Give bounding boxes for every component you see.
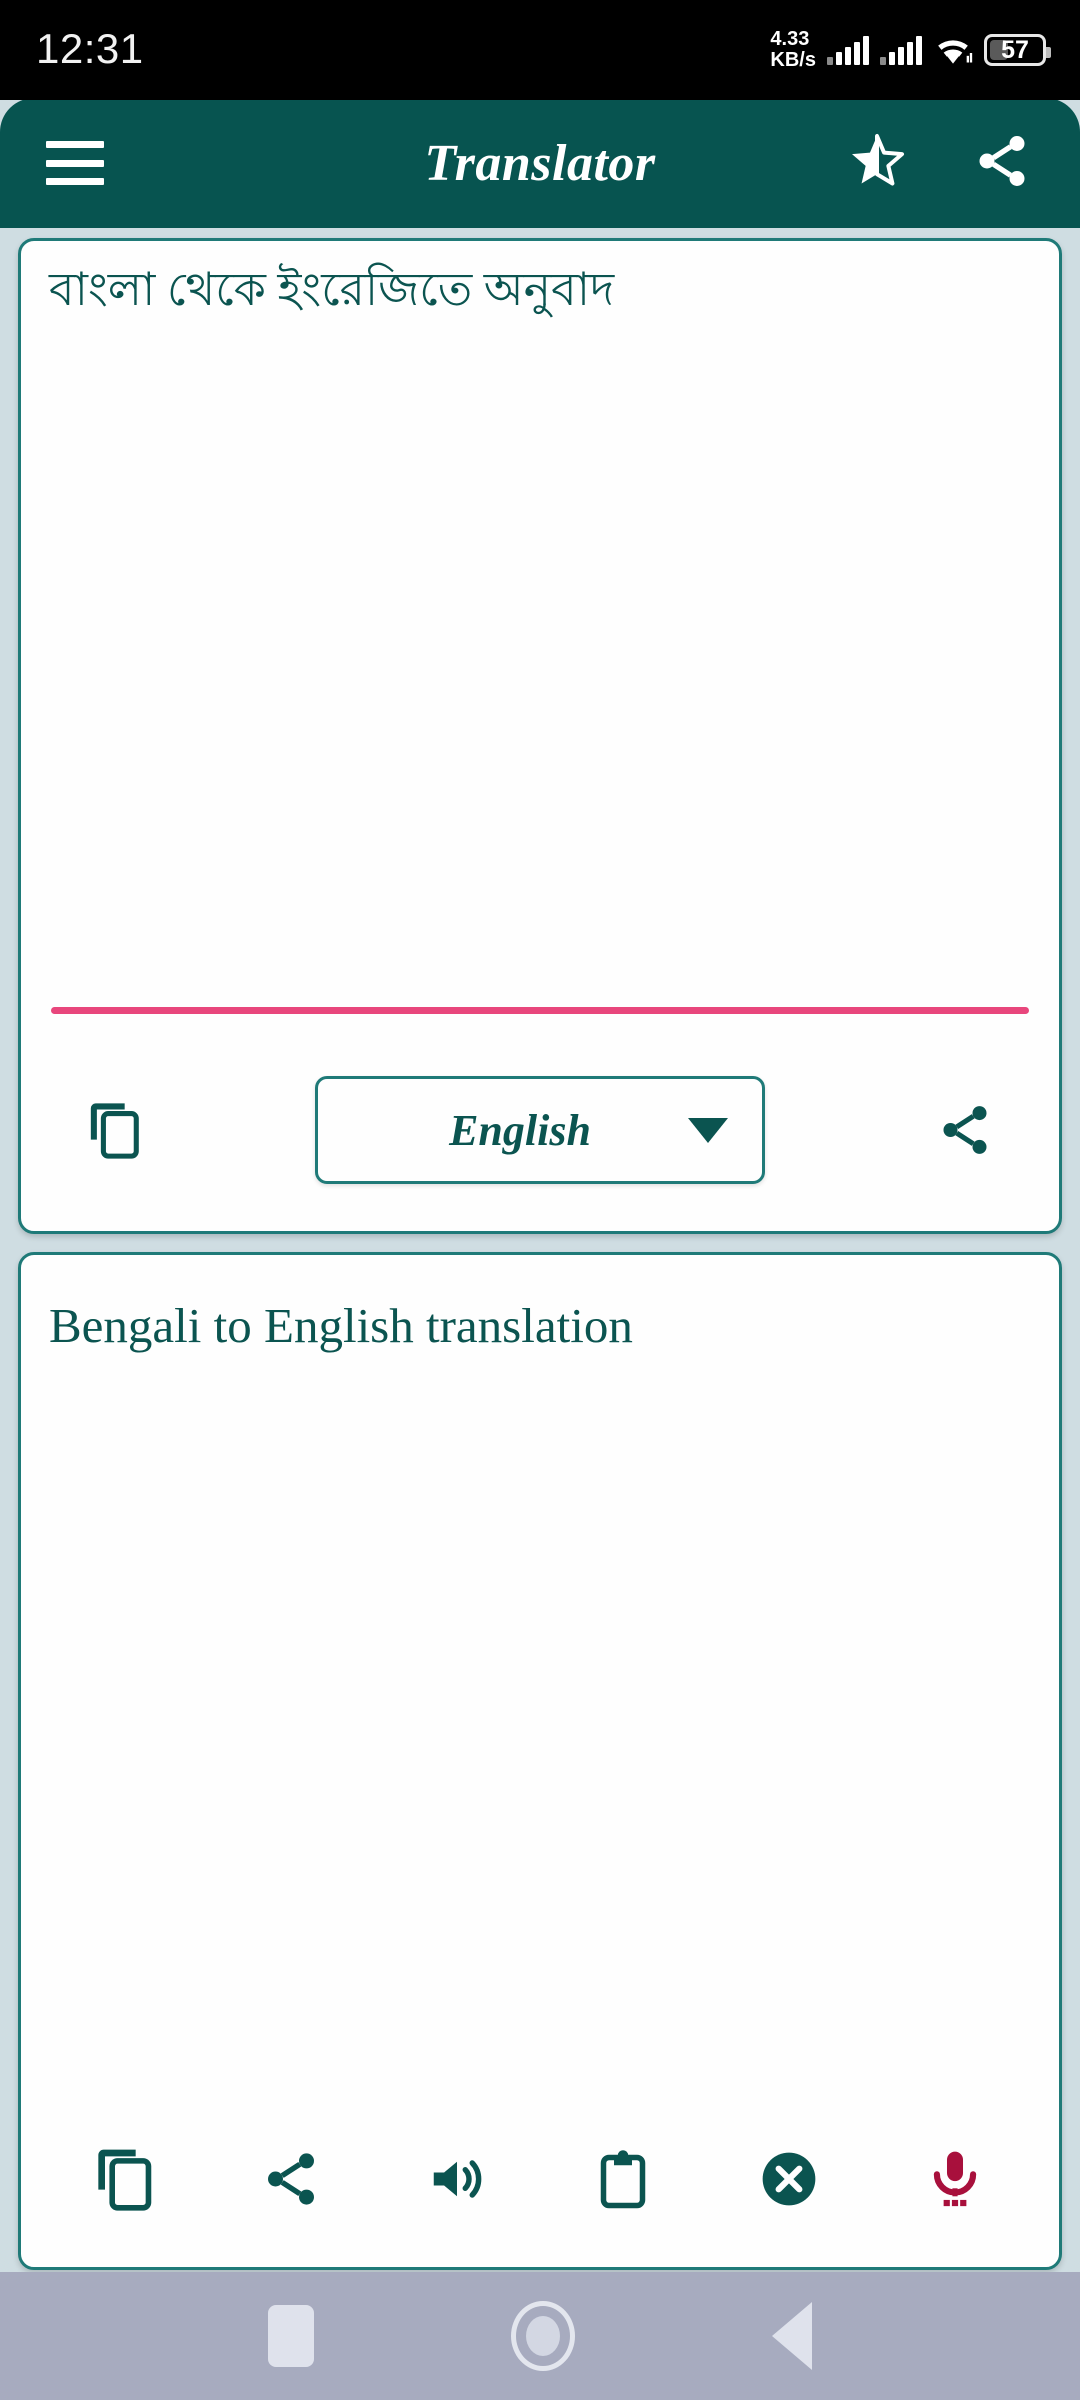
output-panel-toolbar <box>21 2117 1059 2267</box>
status-bar-icons: 4.33 KB/s 57 <box>770 29 1051 71</box>
divider <box>51 1007 1029 1014</box>
hamburger-menu-icon[interactable] <box>46 141 104 185</box>
microphone-icon[interactable] <box>913 2137 997 2221</box>
status-bar: 12:31 4.33 KB/s 57 <box>0 0 1080 100</box>
clipboard-icon[interactable] <box>581 2137 665 2221</box>
share-icon[interactable] <box>923 1088 1007 1172</box>
status-clock: 12:31 <box>36 25 144 72</box>
app-screen: 12:31 4.33 KB/s 57 Translator বাংলা থেকে… <box>0 0 1080 2400</box>
share-icon[interactable] <box>972 131 1032 196</box>
source-text-panel[interactable]: বাংলা থেকে ইংরেজিতে অনুবাদ English <box>18 238 1062 1234</box>
source-text-area[interactable]: বাংলা থেকে ইংরেজিতে অনুবাদ <box>21 241 1059 317</box>
copy-icon[interactable] <box>83 2137 167 2221</box>
network-speed-value: 4.33 <box>770 28 810 51</box>
battery-percent-label: 57 <box>1001 35 1029 64</box>
signal-bars-icon <box>827 35 869 65</box>
target-language-label: English <box>449 1105 591 1155</box>
recents-square-icon[interactable] <box>268 2305 315 2367</box>
copy-icon[interactable] <box>73 1088 157 1172</box>
speaker-icon[interactable] <box>415 2137 499 2221</box>
battery-icon: 57 <box>984 34 1051 66</box>
back-triangle-icon[interactable] <box>771 2302 812 2370</box>
signal-bars-icon-2 <box>880 35 922 65</box>
network-speed-unit: KB/s <box>770 49 816 71</box>
input-panel-toolbar: English <box>21 1029 1059 1231</box>
star-half-icon[interactable] <box>846 131 908 196</box>
app-bar: Translator <box>0 98 1080 228</box>
app-bar-actions <box>846 131 1032 196</box>
source-text: বাংলা থেকে ইংরেজিতে অনুবাদ <box>49 264 615 315</box>
wifi-icon <box>933 35 973 65</box>
translation-output-panel[interactable]: Bengali to English translation <box>18 1252 1062 2270</box>
home-circle-icon[interactable] <box>510 2301 575 2371</box>
target-language-dropdown[interactable]: English <box>315 1076 765 1184</box>
network-speed-indicator: 4.33 KB/s <box>770 29 816 71</box>
system-navigation-bar <box>0 2272 1080 2400</box>
result-text: Bengali to English translation <box>49 1298 633 1353</box>
chevron-down-icon <box>688 1117 728 1143</box>
clear-circle-icon[interactable] <box>747 2137 831 2221</box>
result-text-area[interactable]: Bengali to English translation <box>21 1255 1059 1355</box>
share-icon[interactable] <box>249 2137 333 2221</box>
